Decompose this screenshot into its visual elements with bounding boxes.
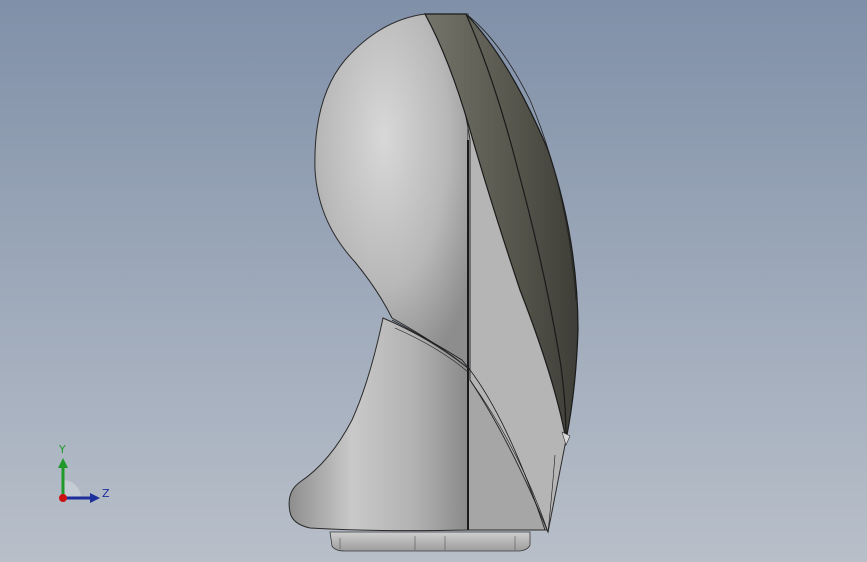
view-triad[interactable]: Y Z — [40, 440, 120, 520]
triad-axes — [58, 458, 100, 503]
part-model[interactable] — [0, 0, 867, 562]
z-axis-label: Z — [102, 487, 110, 500]
graphics-viewport[interactable]: Y Z — [0, 0, 867, 562]
base-feet — [329, 531, 531, 552]
y-axis-label: Y — [59, 443, 66, 456]
